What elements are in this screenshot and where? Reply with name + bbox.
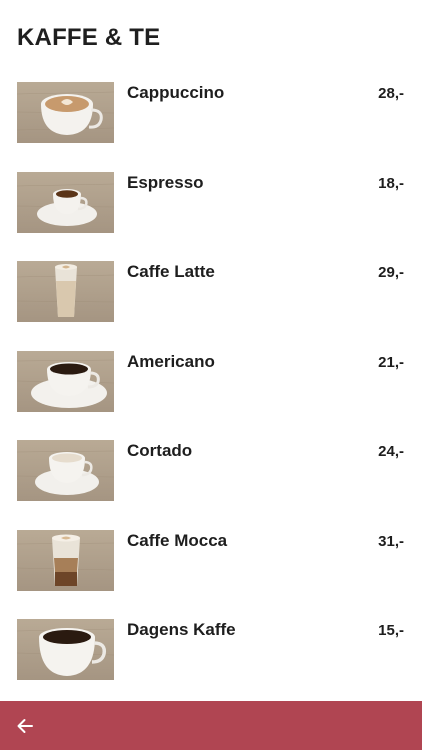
cappuccino-image (17, 82, 114, 143)
bottom-bar (0, 701, 422, 750)
item-price: 28,- (378, 85, 404, 102)
item-price: 18,- (378, 174, 404, 192)
menu-item-cortado[interactable]: Cortado 24,- (0, 440, 422, 501)
menu-item-espresso[interactable]: Espresso 18,- (0, 171, 422, 233)
menu-item-caffe-latte[interactable]: Caffe Latte 29,- (0, 261, 422, 322)
item-price: 31,- (378, 532, 404, 550)
item-name: Espresso (127, 172, 204, 192)
item-name: Cappuccino (127, 83, 225, 102)
mocca-image (17, 529, 114, 591)
item-name: Americano (127, 351, 215, 371)
menu-list: Cappuccino 28,- Espresso 18,- Caffe Latt… (0, 82, 422, 709)
item-price: 29,- (378, 264, 404, 281)
page-title: KAFFE & TE (17, 24, 161, 51)
cortado-image (17, 440, 114, 501)
item-name: Caffe Latte (127, 262, 215, 281)
item-name: Caffe Mocca (127, 530, 228, 550)
daily-coffee-image (17, 619, 114, 680)
arrow-left-icon (17, 719, 33, 733)
espresso-image (17, 171, 114, 233)
item-name: Dagens Kaffe (127, 620, 236, 639)
menu-item-dagens-kaffe[interactable]: Dagens Kaffe 15,- (0, 619, 422, 680)
item-name: Cortado (127, 441, 193, 460)
menu-item-cappuccino[interactable]: Cappuccino 28,- (0, 82, 422, 143)
item-price: 24,- (378, 443, 404, 460)
item-price: 21,- (378, 353, 404, 371)
menu-item-americano[interactable]: Americano 21,- (0, 350, 422, 412)
item-price: 15,- (378, 622, 404, 639)
back-button[interactable] (8, 709, 42, 743)
menu-item-caffe-mocca[interactable]: Caffe Mocca 31,- (0, 529, 422, 591)
americano-image (17, 350, 114, 412)
latte-image (17, 261, 114, 322)
